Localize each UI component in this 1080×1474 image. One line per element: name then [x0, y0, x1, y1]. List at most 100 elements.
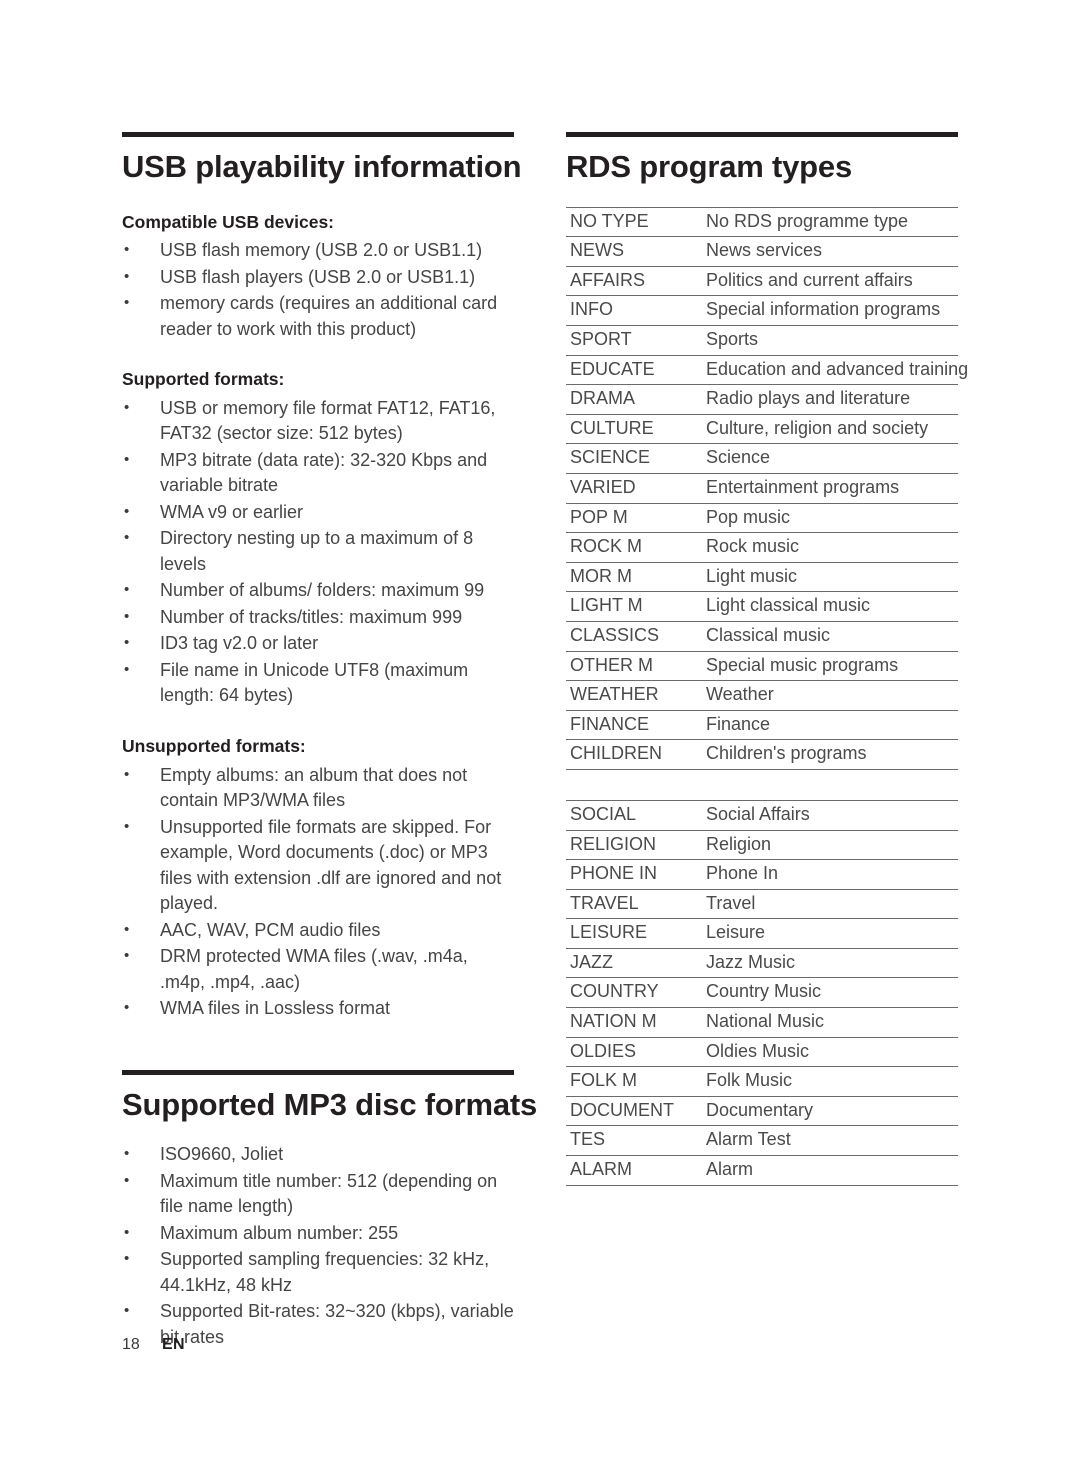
- rds-desc: Special music programs: [704, 651, 958, 682]
- rds-desc: Jazz Music: [704, 948, 958, 979]
- rds-code: PHONE IN: [566, 859, 704, 890]
- list-item: WMA files in Lossless format: [122, 995, 514, 1022]
- list-item: AAC, WAV, PCM audio files: [122, 917, 514, 944]
- rds-code: SPORT: [566, 325, 704, 356]
- table-row: TRAVEL Travel: [566, 889, 958, 920]
- section-rule: [122, 1069, 514, 1075]
- rds-desc: Classical music: [704, 621, 958, 652]
- table-row: VARIED Entertainment programs: [566, 473, 958, 504]
- rds-code: NEWS: [566, 236, 704, 267]
- rds-desc: News services: [704, 236, 958, 267]
- rds-desc: Documentary: [704, 1096, 958, 1127]
- table-row: NO TYPE No RDS programme type: [566, 206, 958, 238]
- rds-code: VARIED: [566, 473, 704, 504]
- rds-desc: Alarm: [704, 1155, 958, 1186]
- usb-group-supported: Supported formats: USB or memory file fo…: [122, 368, 514, 709]
- usb-group-compatible: Compatible USB devices: USB flash memory…: [122, 211, 514, 343]
- rds-code: AFFAIRS: [566, 266, 704, 297]
- list-item: USB flash players (USB 2.0 or USB1.1): [122, 264, 514, 291]
- rds-code: ALARM: [566, 1155, 704, 1186]
- rds-table-body-2: SOCIAL Social Affairs RELIGION Religion PH…: [566, 799, 958, 1186]
- rds-desc: Light classical music: [704, 591, 958, 622]
- usb-compatible-list: USB flash memory (USB 2.0 or USB1.1) USB…: [122, 237, 514, 342]
- table-row: MOR M Light music: [566, 562, 958, 593]
- rds-code: CHILDREN: [566, 739, 704, 770]
- rds-code: SCIENCE: [566, 443, 704, 474]
- usb-unsupported-list: Empty albums: an album that does not con…: [122, 762, 514, 1022]
- list-item: Directory nesting up to a maximum of 8 l…: [122, 525, 514, 577]
- rds-desc: Religion: [704, 830, 958, 861]
- rds-desc: Rock music: [704, 532, 958, 563]
- list-item: ID3 tag v2.0 or later: [122, 630, 514, 657]
- table-row: DRAMA Radio plays and literature: [566, 384, 958, 415]
- heading-part-suffix: devices:: [259, 211, 335, 232]
- usb-group-heading: Supported formats:: [122, 369, 285, 390]
- table-row: CHILDREN Children's programs: [566, 739, 958, 770]
- rds-desc: Weather: [704, 680, 958, 711]
- rds-desc: Sports: [704, 325, 958, 356]
- left-column: USB playability information Compatible U…: [122, 132, 538, 1351]
- rds-code: INFO: [566, 295, 704, 327]
- rds-desc: Culture, religion and society: [704, 414, 958, 445]
- list-item: File name in Unicode UTF8 (maximum lengt…: [122, 657, 514, 709]
- rds-code: WEATHER: [566, 680, 704, 711]
- table-row: PHONE IN Phone In: [566, 859, 958, 890]
- mp3-section: Supported MP3 disc formats ISO9660, Joli…: [122, 1069, 538, 1351]
- list-item: USB or memory file format FAT12, FAT16, …: [122, 395, 514, 447]
- rds-code: ROCK M: [566, 532, 704, 563]
- heading-part-prefix: Compatible: [122, 211, 223, 232]
- list-item: ISO9660, Joliet: [122, 1141, 514, 1168]
- rds-desc: Entertainment programs: [704, 473, 958, 504]
- rds-code: JAZZ: [566, 948, 704, 979]
- table-row: CLASSICS Classical music: [566, 621, 958, 652]
- rds-code: FINANCE: [566, 710, 704, 741]
- right-column: RDS program types NO TYPE No RDS programm…: [566, 132, 968, 1186]
- document-page: USB playability information Compatible U…: [0, 0, 1080, 1474]
- rds-code: OTHER M: [566, 651, 704, 682]
- table-row: INFO Special information programs: [566, 295, 958, 327]
- rds-desc: Radio plays and literature: [704, 384, 958, 415]
- rds-program-types-table-part-2: SOCIAL Social Affairs RELIGION Religion PH…: [566, 799, 958, 1186]
- list-item: Empty albums: an album that does not con…: [122, 762, 514, 814]
- table-row: POP M Pop music: [566, 503, 958, 534]
- table-row: RELIGION Religion: [566, 830, 958, 861]
- rds-desc: Politics and current affairs: [704, 266, 958, 297]
- list-item: Number of albums/ folders: maximum 99: [122, 577, 514, 604]
- table-row: JAZZ Jazz Music: [566, 948, 958, 979]
- table-row: SOCIAL Social Affairs: [566, 799, 958, 831]
- table-row: SPORT Sports: [566, 325, 958, 356]
- rds-section-title: RDS program types: [566, 149, 852, 184]
- rds-desc: Travel: [704, 889, 958, 920]
- usb-supported-list: USB or memory file format FAT12, FAT16, …: [122, 395, 514, 709]
- table-row: CULTURE Culture, religion and society: [566, 414, 958, 445]
- list-item: Unsupported file formats are skipped. Fo…: [122, 814, 514, 917]
- usb-group-heading: Unsupported formats:: [122, 735, 306, 756]
- table-row: ROCK M Rock music: [566, 532, 958, 563]
- rds-desc: Social Affairs: [704, 799, 958, 831]
- rds-code: MOR M: [566, 562, 704, 593]
- list-item: MP3 bitrate (data rate): 32-320 Kbps and…: [122, 447, 514, 499]
- table-row: OLDIES Oldies Music: [566, 1037, 958, 1068]
- table-row: LIGHT M Light classical music: [566, 591, 958, 622]
- mp3-format-list: ISO9660, Joliet Maximum title number: 51…: [122, 1141, 514, 1350]
- rds-desc: Special information programs: [704, 295, 958, 327]
- table-row: EDUCATE Education and advanced training: [566, 355, 968, 386]
- rds-code: RELIGION: [566, 830, 704, 861]
- list-item: DRM protected WMA files (.wav, .m4a, .m4…: [122, 943, 514, 995]
- table-row: TES Alarm Test: [566, 1125, 958, 1157]
- usb-group-unsupported: Unsupported formats: Empty albums: an al…: [122, 735, 514, 1022]
- table-row: COUNTRY Country Music: [566, 977, 958, 1009]
- rds-code: LEISURE: [566, 918, 704, 949]
- page-footer: 18 EN: [122, 1336, 185, 1354]
- table-row: AFFAIRS Politics and current affairs: [566, 266, 958, 297]
- rds-code: SOCIAL: [566, 799, 704, 831]
- rds-code: TES: [566, 1125, 704, 1157]
- rds-desc: Country Music: [704, 977, 958, 1009]
- rds-code: OLDIES: [566, 1037, 704, 1068]
- rds-table-body-1: NO TYPE No RDS programme type NEWS News se…: [566, 206, 968, 770]
- mp3-section-title: Supported MP3 disc formats: [122, 1086, 538, 1122]
- table-row: OTHER M Special music programs: [566, 651, 958, 682]
- usb-section-title: USB playability information: [122, 149, 522, 184]
- table-row: DOCUMENT Documentary: [566, 1096, 958, 1127]
- table-row: FINANCE Finance: [566, 710, 958, 741]
